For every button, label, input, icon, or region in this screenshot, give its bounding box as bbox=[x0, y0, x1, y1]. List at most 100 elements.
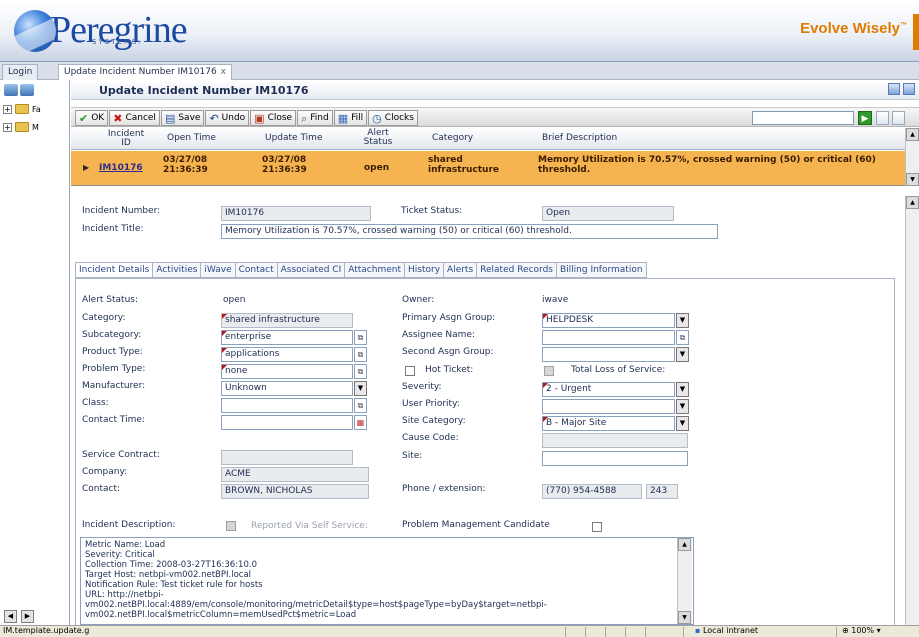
chevron-down-icon[interactable]: ▼ bbox=[676, 399, 689, 414]
site-label: Site: bbox=[402, 451, 423, 461]
column-header-open-time[interactable]: Open Time bbox=[167, 134, 216, 143]
column-header-alert-status[interactable]: Alert Status bbox=[360, 129, 396, 147]
hot-ticket-checkbox[interactable] bbox=[405, 366, 415, 376]
product-type-fill-icon[interactable]: ⧉ bbox=[354, 347, 367, 362]
status-cell bbox=[625, 627, 626, 637]
print-icon[interactable] bbox=[903, 83, 915, 95]
subcategory-fill-icon[interactable]: ⧉ bbox=[354, 330, 367, 345]
export-icon[interactable] bbox=[876, 111, 889, 125]
tab-update-incident[interactable]: Update Incident Number IM10176 x bbox=[58, 64, 232, 80]
scroll-down-icon[interactable]: ▼ bbox=[678, 611, 691, 624]
page-title: Update Incident Number IM10176 bbox=[99, 84, 309, 97]
tab-alerts[interactable]: Alerts bbox=[443, 262, 477, 278]
tab-history[interactable]: History bbox=[404, 262, 444, 278]
second-group-label: Second Asgn Group: bbox=[402, 347, 494, 357]
column-header-update-time[interactable]: Update Time bbox=[265, 134, 322, 143]
primary-group-label: Primary Asgn Group: bbox=[402, 313, 496, 323]
magnifier-icon: ⌕ bbox=[301, 111, 308, 125]
close-tab-icon[interactable]: x bbox=[221, 67, 226, 77]
tab-activities[interactable]: Activities bbox=[152, 262, 201, 278]
ticket-status-field: Open bbox=[542, 206, 674, 221]
category-label: Category: bbox=[82, 313, 126, 323]
assignee-field[interactable] bbox=[542, 330, 675, 345]
scroll-right-icon[interactable]: ▶ bbox=[21, 610, 34, 623]
help-icon[interactable] bbox=[888, 83, 900, 95]
refresh-icon[interactable] bbox=[4, 84, 18, 96]
problem-type-fill-icon[interactable]: ⧉ bbox=[354, 364, 367, 379]
subcategory-field[interactable]: enterprise bbox=[221, 330, 353, 345]
chevron-down-icon[interactable]: ▼ bbox=[676, 313, 689, 328]
find-button[interactable]: ⌕ Find bbox=[297, 110, 333, 126]
zoom-level[interactable]: ⊕ 100% ▾ bbox=[842, 626, 881, 635]
nav-item-menu[interactable]: + M bbox=[0, 118, 69, 136]
contact-time-field[interactable] bbox=[221, 415, 353, 430]
description-scrollbar[interactable]: ▲ ▼ bbox=[677, 538, 692, 624]
chevron-down-icon[interactable]: ▼ bbox=[676, 416, 689, 431]
subcategory-label: Subcategory: bbox=[82, 330, 142, 340]
fill-button[interactable]: ▦ Fill bbox=[333, 110, 368, 126]
manufacturer-label: Manufacturer: bbox=[82, 381, 146, 391]
assignee-fill-icon[interactable]: ⧉ bbox=[676, 330, 689, 345]
calendar-icon[interactable]: ▦ bbox=[354, 415, 367, 430]
site-field[interactable] bbox=[542, 451, 688, 466]
manufacturer-select[interactable]: Unknown bbox=[221, 381, 353, 396]
scroll-up-icon[interactable]: ▲ bbox=[906, 196, 919, 209]
incident-title-label: Incident Title: bbox=[82, 224, 144, 234]
undo-button[interactable]: ↶ Undo bbox=[205, 110, 250, 126]
save-button[interactable]: ▤ Save bbox=[160, 110, 205, 126]
owner-value: iwave bbox=[542, 295, 569, 305]
class-field[interactable] bbox=[221, 398, 353, 413]
column-header-incident-id[interactable]: Incident ID bbox=[103, 130, 149, 148]
company-field: ACME bbox=[221, 467, 369, 482]
table-row[interactable]: ▶ IM10176 03/27/08 21:36:39 03/27/08 21:… bbox=[71, 151, 905, 185]
scroll-up-icon[interactable]: ▲ bbox=[678, 538, 691, 551]
chevron-down-icon[interactable]: ▼ bbox=[676, 382, 689, 397]
incident-id-link[interactable]: IM10176 bbox=[99, 163, 143, 173]
second-group-select[interactable] bbox=[542, 347, 675, 362]
toolbar-search-input[interactable] bbox=[752, 111, 854, 125]
site-category-select[interactable]: B - Major Site bbox=[542, 416, 675, 431]
user-priority-select[interactable] bbox=[542, 399, 675, 414]
go-arrow-icon[interactable]: ▶ bbox=[858, 111, 872, 125]
tab-related-records[interactable]: Related Records bbox=[476, 262, 556, 278]
grid-scrollbar[interactable]: ▲ ▼ bbox=[905, 128, 919, 186]
column-header-category[interactable]: Category bbox=[432, 134, 473, 143]
column-header-brief-description[interactable]: Brief Description bbox=[542, 134, 617, 143]
expand-icon[interactable]: + bbox=[3, 104, 12, 114]
tab-contact[interactable]: Contact bbox=[234, 262, 277, 278]
clocks-button[interactable]: ◷ Clocks bbox=[368, 110, 418, 126]
contact-label: Contact: bbox=[82, 484, 121, 494]
product-type-field[interactable]: applications bbox=[221, 347, 353, 362]
tab-incident-details[interactable]: Incident Details bbox=[75, 262, 153, 278]
cause-code-label: Cause Code: bbox=[402, 433, 459, 443]
pm-candidate-checkbox[interactable] bbox=[592, 522, 602, 532]
severity-select[interactable]: 2 - Urgent bbox=[542, 382, 675, 397]
incident-description-textarea[interactable]: Metric Name: Load Severity: Critical Col… bbox=[80, 537, 694, 625]
scroll-up-icon[interactable]: ▲ bbox=[906, 128, 919, 141]
incident-title-field[interactable]: Memory Utilization is 70.57%, crossed wa… bbox=[221, 224, 718, 239]
tab-iwave[interactable]: iWave bbox=[200, 262, 235, 278]
tab-billing-information[interactable]: Billing Information bbox=[555, 262, 647, 278]
primary-group-select[interactable]: HELPDESK bbox=[542, 313, 675, 328]
total-loss-label: Total Loss of Service: bbox=[571, 365, 666, 375]
tab-login[interactable]: Login bbox=[2, 64, 39, 80]
scroll-left-icon[interactable]: ◀ bbox=[4, 610, 17, 623]
chevron-down-icon[interactable]: ▼ bbox=[676, 347, 689, 362]
tab-associated-ci[interactable]: Associated CI bbox=[276, 262, 345, 278]
class-fill-icon[interactable]: ⧉ bbox=[354, 398, 367, 413]
tab-attachment[interactable]: Attachment bbox=[344, 262, 404, 278]
options-icon[interactable] bbox=[892, 111, 905, 125]
cancel-button[interactable]: ✖ Cancel bbox=[109, 110, 160, 126]
close-button[interactable]: ▣ Close bbox=[250, 110, 297, 126]
ok-button[interactable]: ✔ OK bbox=[75, 110, 109, 126]
ok-label: OK bbox=[91, 113, 105, 123]
problem-type-field[interactable]: none bbox=[221, 364, 353, 379]
scroll-down-icon[interactable]: ▼ bbox=[906, 173, 919, 186]
navigation-icon[interactable] bbox=[20, 84, 34, 96]
update-date-cell: 03/27/08 bbox=[262, 155, 307, 165]
detail-scrollbar[interactable]: ▲ bbox=[905, 196, 919, 625]
chevron-down-icon[interactable]: ▼ bbox=[354, 381, 367, 396]
nav-item-favorites[interactable]: + Fa bbox=[0, 100, 69, 118]
save-label: Save bbox=[178, 113, 201, 123]
expand-icon[interactable]: + bbox=[3, 122, 12, 132]
